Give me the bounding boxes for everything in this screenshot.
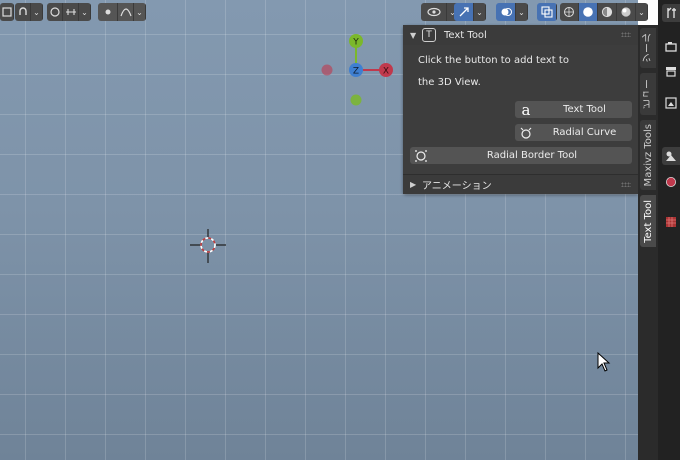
animation-subpanel-header[interactable]: ▶ アニメーション: [403, 174, 639, 194]
gizmo-group[interactable]: ⌄: [454, 3, 486, 21]
gizmo-icon[interactable]: [454, 3, 474, 21]
render-icon[interactable]: [662, 38, 680, 56]
subpanel-title: アニメーション: [422, 181, 492, 192]
chevron-down-icon[interactable]: ⌄: [79, 3, 91, 21]
scene-icon[interactable]: [662, 147, 680, 165]
drag-handle[interactable]: [621, 32, 631, 37]
chevron-down-icon[interactable]: ⌄: [134, 3, 146, 21]
3d-viewport[interactable]: ⌄ ⌄ ⌄ ⌄ ⌄ ⌄ ⌄ Y Z X ▼ T Text Tool Click …: [0, 0, 648, 460]
xray-toggle[interactable]: [537, 3, 557, 21]
neg-y-axis-handle[interactable]: [350, 94, 362, 106]
chevron-down-icon[interactable]: ⌄: [31, 3, 43, 21]
shading-group[interactable]: ⌄: [560, 3, 648, 21]
smooth-falloff-icon[interactable]: [118, 3, 134, 21]
transform-pivot-icon[interactable]: [0, 3, 14, 21]
mouse-pointer-icon: [597, 352, 611, 372]
panel-title-icon: T: [422, 28, 436, 42]
properties-editor-tabs: [658, 0, 680, 460]
snap-icon[interactable]: [15, 3, 31, 21]
radial-curve-button[interactable]: Radial Curve: [515, 124, 632, 141]
y-axis-label: Y: [352, 38, 359, 48]
radial-border-icon: [410, 149, 432, 162]
navigation-gizmo[interactable]: Y Z X: [316, 30, 406, 110]
neg-x-axis-handle[interactable]: [321, 64, 333, 76]
x-axis-label: X: [383, 67, 389, 77]
shading-rendered-icon[interactable]: [617, 3, 636, 21]
panel-header[interactable]: ▼ T Text Tool: [403, 25, 639, 45]
transform-pivot-dropdown[interactable]: [0, 3, 14, 21]
text-tool-panel: ▼ T Text Tool Click the button to add te…: [403, 25, 639, 194]
shading-material-icon[interactable]: [598, 3, 617, 21]
proportional-edit-group[interactable]: ⌄: [47, 3, 91, 21]
3d-cursor-icon[interactable]: [190, 229, 228, 263]
radial-curve-icon: [515, 127, 537, 139]
proportional-edit-icon[interactable]: [47, 3, 63, 21]
proportional-toggle-icon[interactable]: [98, 3, 118, 21]
chevron-down-icon[interactable]: ⌄: [636, 3, 648, 21]
proportional-falloff-group[interactable]: ⌄: [98, 3, 146, 21]
visibility-icon[interactable]: [421, 3, 447, 21]
expand-triangle-icon[interactable]: ▶: [410, 180, 422, 189]
chevron-down-icon[interactable]: ⌄: [516, 3, 528, 21]
drag-handle[interactable]: [621, 182, 631, 187]
snap-group[interactable]: ⌄: [15, 3, 43, 21]
texture-icon[interactable]: [662, 213, 680, 231]
text-a-icon: a: [521, 100, 531, 119]
overlay-group[interactable]: ⌄: [496, 3, 528, 21]
shading-solid-icon[interactable]: [579, 3, 598, 21]
xray-icon[interactable]: [537, 3, 557, 21]
overlay-icon[interactable]: [496, 3, 516, 21]
view-layer-icon[interactable]: [662, 94, 680, 112]
panel-title: Text Tool: [444, 29, 487, 41]
chevron-down-icon[interactable]: ⌄: [474, 3, 486, 21]
collapse-triangle-icon[interactable]: ▼: [410, 31, 422, 40]
sidebar-tabs: ツール ビュー Maxivz Tools Text Tool: [638, 25, 658, 460]
falloff-icon[interactable]: [63, 3, 79, 21]
output-icon[interactable]: [662, 62, 680, 80]
tab-tool[interactable]: ツール: [640, 28, 656, 68]
z-axis-label: Z: [353, 67, 359, 77]
tab-maxivz-tools[interactable]: Maxivz Tools: [640, 120, 656, 190]
tab-text-tool[interactable]: Text Tool: [640, 195, 656, 247]
tool-icon[interactable]: [662, 4, 680, 22]
text-tool-button[interactable]: a Text Tool: [515, 100, 632, 119]
radial-border-tool-button[interactable]: Radial Border Tool: [410, 147, 632, 164]
shading-wireframe-icon[interactable]: [560, 3, 579, 21]
panel-description-line2: the 3D View.: [418, 77, 481, 88]
world-icon[interactable]: [662, 173, 680, 191]
tab-view[interactable]: ビュー: [640, 73, 656, 115]
